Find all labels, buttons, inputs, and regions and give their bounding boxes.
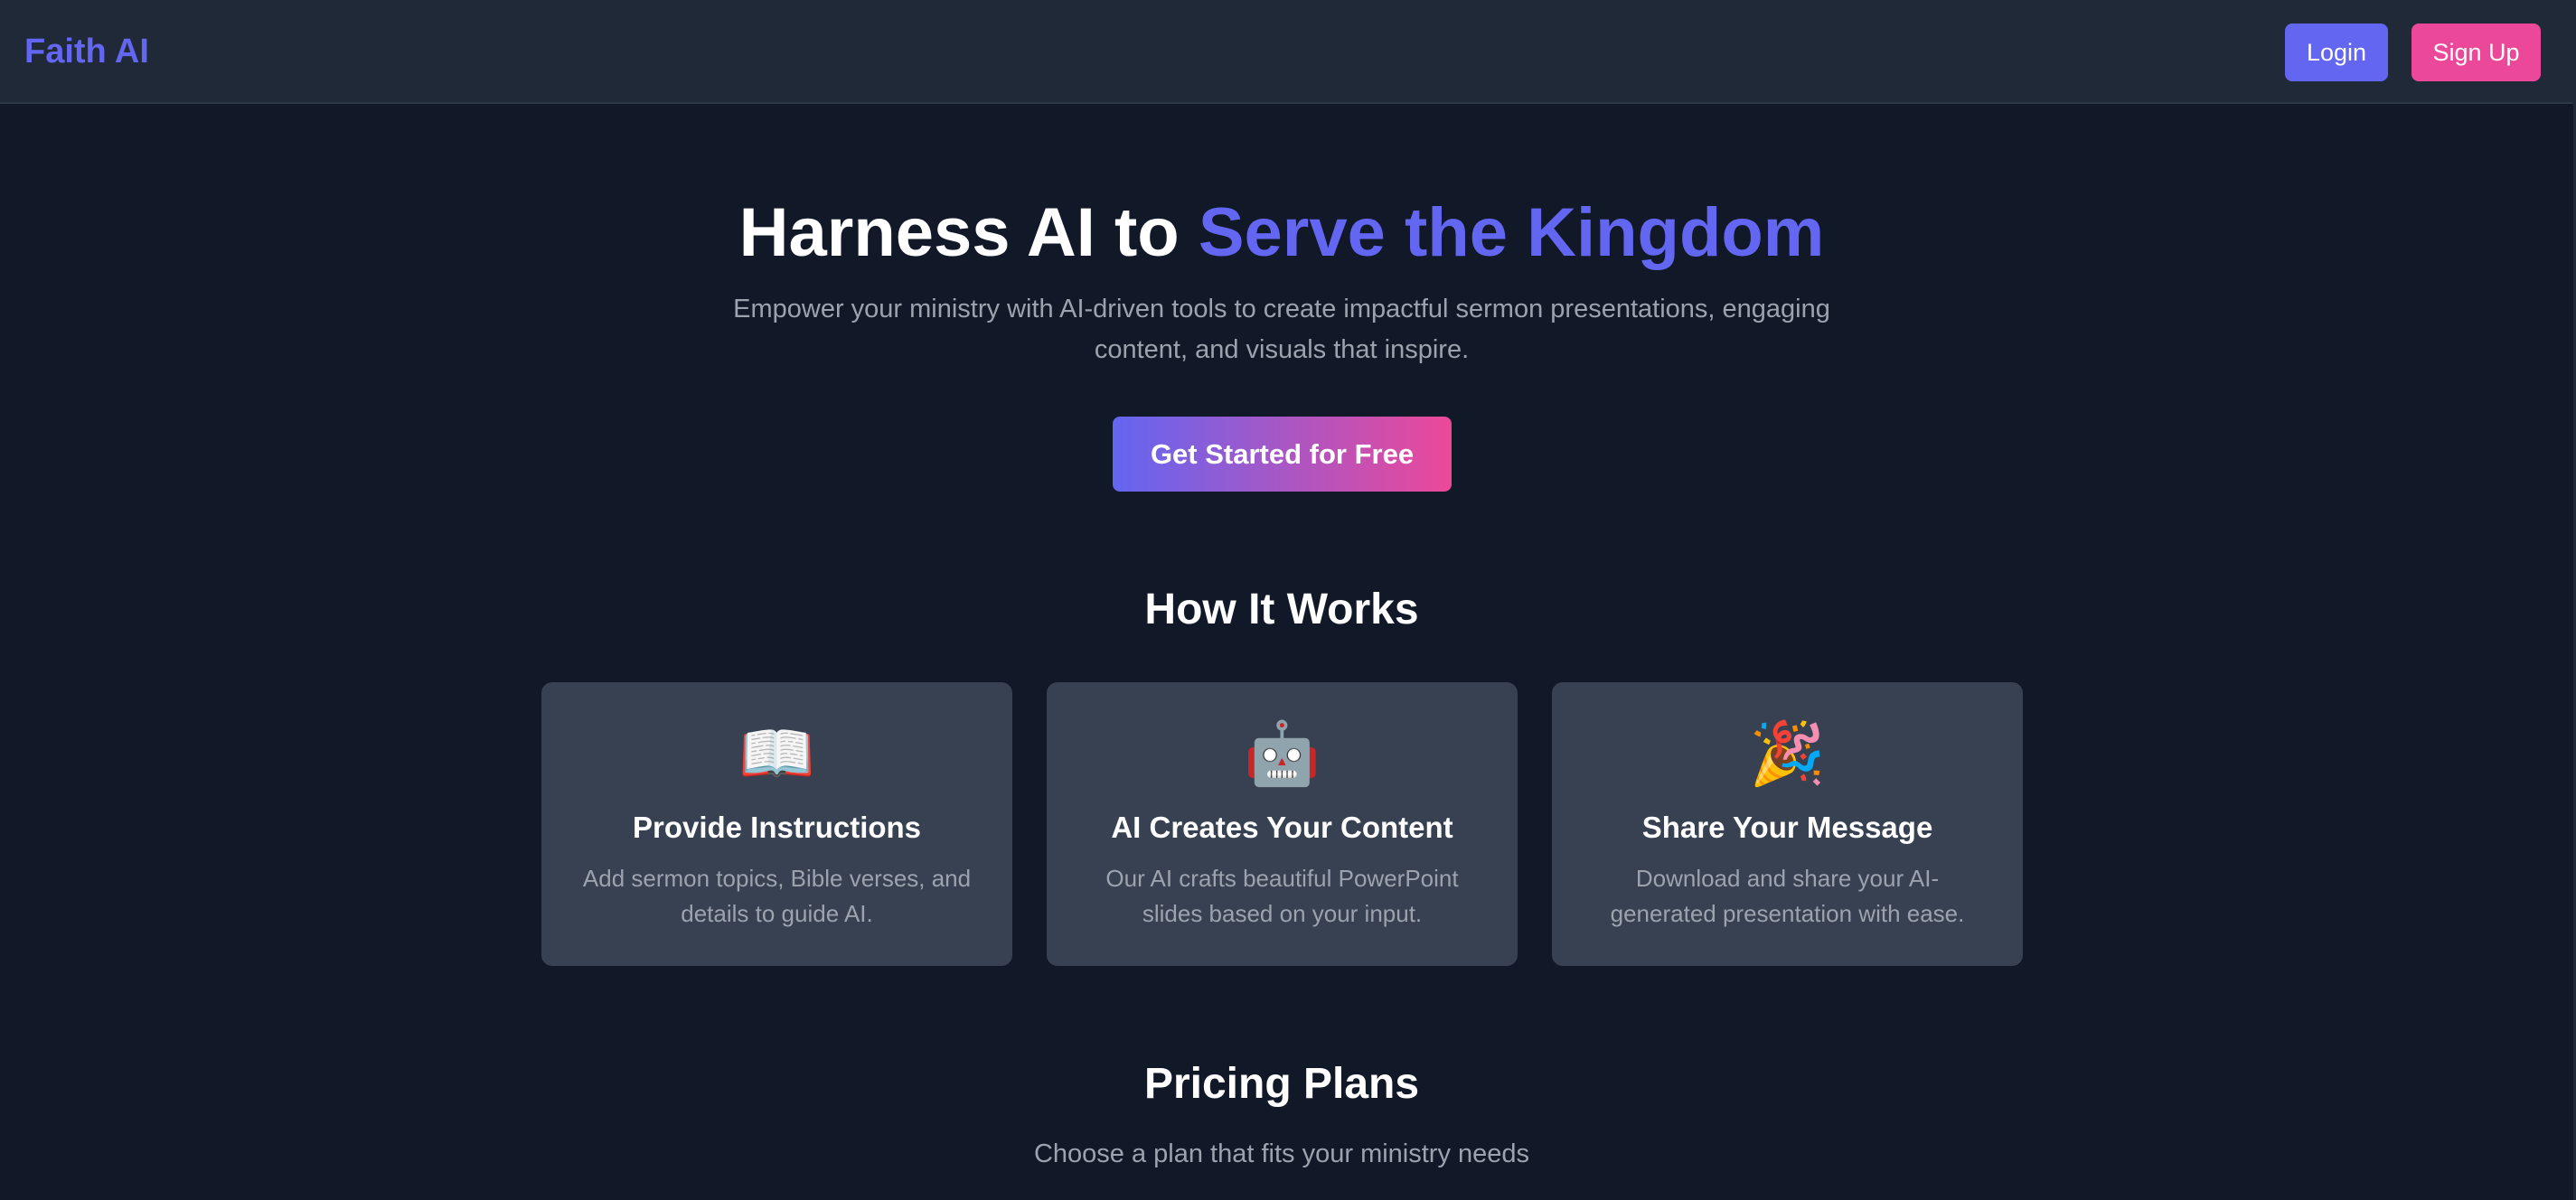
card-description: Our AI crafts beautiful PowerPoint slide… bbox=[1105, 865, 1459, 927]
card-description: Download and share your AI-generated pre… bbox=[1610, 865, 1965, 927]
open-book-icon: 📖 bbox=[738, 719, 815, 788]
card-title: AI Creates Your Content bbox=[1111, 811, 1453, 844]
card-description: Add sermon topics, Bible verses, and det… bbox=[582, 865, 972, 927]
pricing-subtitle: Choose a plan that fits your ministry ne… bbox=[1033, 1139, 1530, 1168]
get-started-button[interactable]: Get Started for Free bbox=[1113, 417, 1452, 492]
card-title: Provide Instructions bbox=[632, 811, 922, 844]
signup-button[interactable]: Sign Up bbox=[2411, 23, 2541, 81]
hero-title: Harness AI to Serve the Kingdom bbox=[0, 190, 2563, 277]
party-popper-icon: 🎉 bbox=[1749, 719, 1826, 788]
pricing-plans-title: Pricing Plans bbox=[1143, 1060, 1420, 1108]
step-card-ai-creates-content: 🤖 AI Creates Your Content Our AI crafts … bbox=[1047, 682, 1518, 966]
top-navbar: Faith AI Login Sign Up bbox=[0, 0, 2576, 104]
step-card-provide-instructions: 📖 Provide Instructions Add sermon topics… bbox=[541, 682, 1012, 966]
hero-title-plain: Harness AI to bbox=[738, 194, 1199, 271]
step-card-share-message: 🎉 Share Your Message Download and share … bbox=[1552, 682, 2023, 966]
card-title: Share Your Message bbox=[1641, 811, 1933, 844]
hero-subtitle: Empower your ministry with AI-driven too… bbox=[733, 295, 1830, 364]
brand-logo[interactable]: Faith AI bbox=[24, 31, 149, 72]
login-button[interactable]: Login bbox=[2285, 23, 2388, 81]
how-it-works-title: How It Works bbox=[1144, 586, 1419, 633]
robot-icon: 🤖 bbox=[1244, 719, 1321, 788]
hero-title-accent: Serve the Kingdom bbox=[1198, 194, 1825, 271]
